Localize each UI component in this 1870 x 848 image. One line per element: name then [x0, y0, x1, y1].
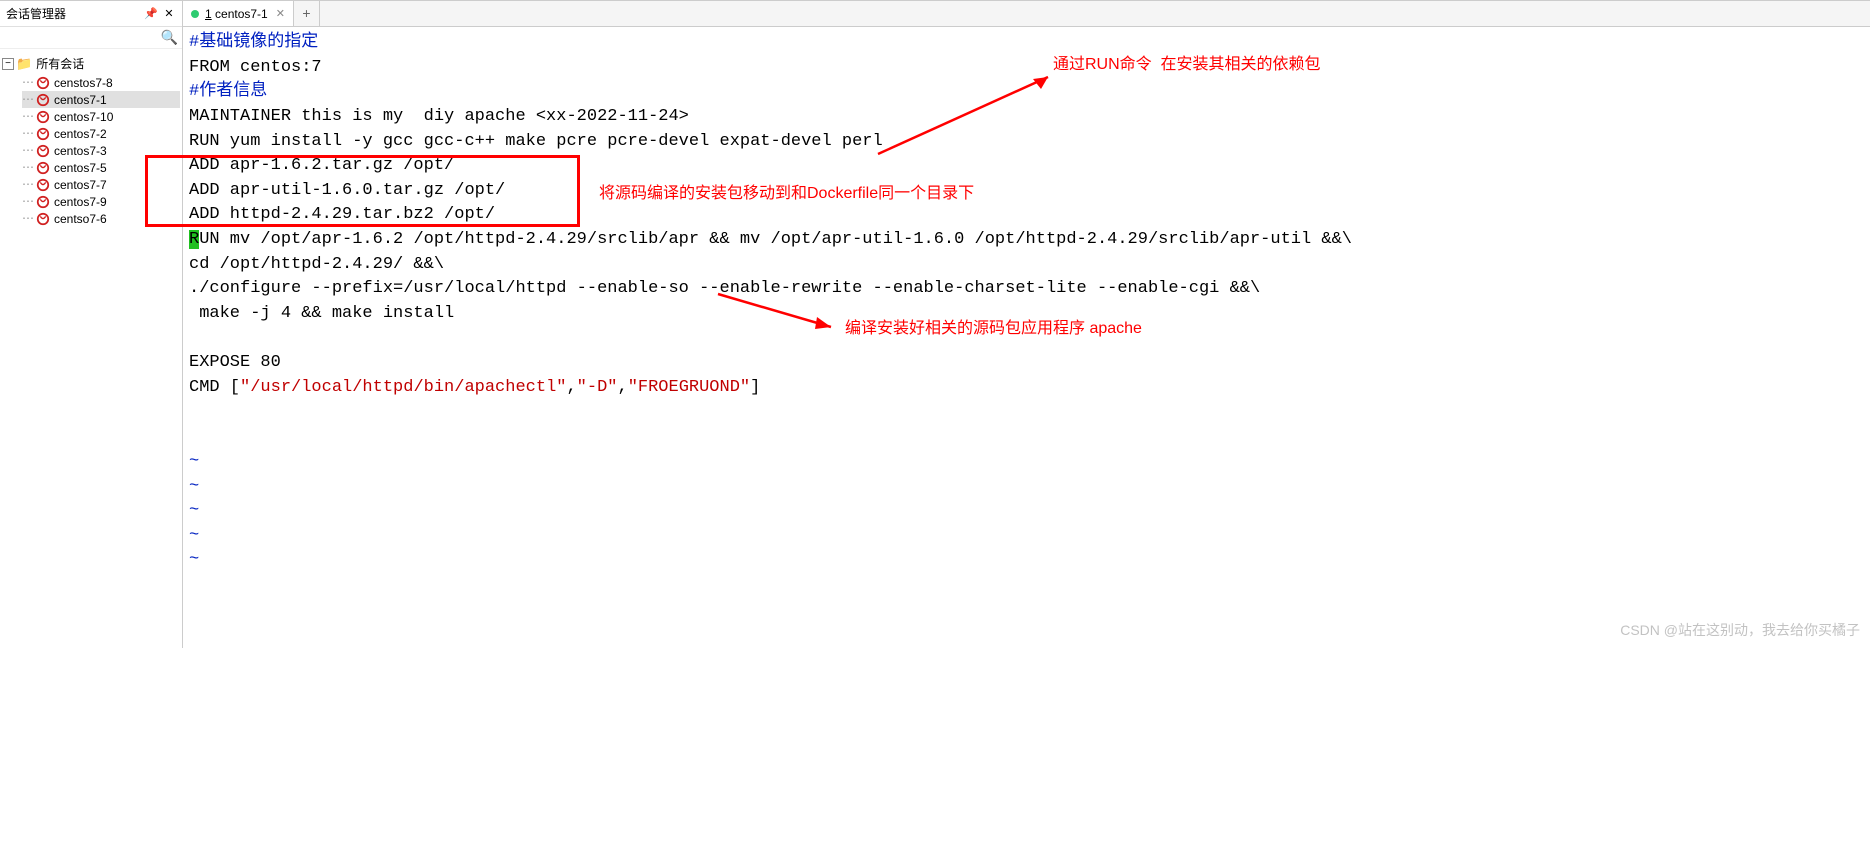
session-icon — [36, 127, 50, 141]
code-line: EXPOSE 80 — [189, 353, 281, 372]
code-line: ADD apr-util-1.6.0.tar.gz /opt/ — [189, 181, 505, 200]
session-label: centos7-1 — [54, 93, 107, 107]
session-manager-sidebar: 会话管理器 📌 ✕ 🔍 − 📁 所有会话 ⋯censtos7-8⋯centos7… — [0, 1, 183, 648]
code-line: cd /opt/httpd-2.4.29/ &&\ — [189, 255, 444, 274]
vim-tilde: ~ — [189, 452, 199, 471]
session-item[interactable]: ⋯centos7-5 — [22, 159, 180, 176]
vim-tilde: ~ — [189, 477, 199, 496]
vim-tilde: ~ — [189, 550, 199, 569]
session-icon — [36, 195, 50, 209]
annotation-1: 通过RUN命令 在安装其相关的依赖包 — [1053, 53, 1321, 76]
pin-icon[interactable]: 📌 — [144, 7, 158, 20]
code-line: #基础镜像的指定 — [189, 33, 318, 52]
sidebar-header: 会话管理器 📌 ✕ — [0, 1, 182, 27]
session-item[interactable]: ⋯centos7-3 — [22, 142, 180, 159]
code-line: CMD ["/usr/local/httpd/bin/apachectl","-… — [189, 378, 760, 397]
session-label: centos7-5 — [54, 161, 107, 175]
code-line: RUN yum install -y gcc gcc-c++ make pcre… — [189, 132, 883, 151]
session-icon — [36, 93, 50, 107]
tree-root-label: 所有会话 — [36, 55, 84, 72]
code-line: #作者信息 — [189, 82, 267, 101]
sidebar-title: 会话管理器 — [6, 5, 144, 22]
code-line: RUN mv /opt/apr-1.6.2 /opt/httpd-2.4.29/… — [189, 230, 1352, 249]
tab-centos7-1[interactable]: 1 centos7-1 ✕ — [183, 1, 294, 26]
session-item[interactable]: ⋯centso7-6 — [22, 210, 180, 227]
connection-status-icon — [191, 10, 199, 18]
folder-icon: 📁 — [16, 56, 32, 72]
session-tree: − 📁 所有会话 ⋯censtos7-8⋯centos7-1⋯centos7-1… — [0, 49, 182, 231]
tree-collapse-icon[interactable]: − — [2, 58, 14, 70]
session-label: censtos7-8 — [54, 76, 113, 90]
terminal-editor[interactable]: #基础镜像的指定 FROM centos:7 #作者信息 MAINTAINER … — [183, 27, 1870, 848]
session-label: centos7-7 — [54, 178, 107, 192]
code-line: make -j 4 && make install — [189, 304, 454, 323]
tab-label: 1 centos7-1 — [205, 7, 268, 21]
session-label: centso7-6 — [54, 212, 107, 226]
session-item[interactable]: ⋯censtos7-8 — [22, 74, 180, 91]
session-icon — [36, 76, 50, 90]
annotation-3: 编译安装好相关的源码包应用程序 apache — [845, 317, 1142, 340]
code-line: ADD httpd-2.4.29.tar.bz2 /opt/ — [189, 205, 495, 224]
vim-tilde: ~ — [189, 526, 199, 545]
session-label: centos7-9 — [54, 195, 107, 209]
session-item[interactable]: ⋯centos7-9 — [22, 193, 180, 210]
vim-tilde: ~ — [189, 501, 199, 520]
session-icon — [36, 110, 50, 124]
tree-root[interactable]: − 📁 所有会话 — [2, 53, 180, 74]
session-icon — [36, 178, 50, 192]
tab-bar: 1 centos7-1 ✕ + — [183, 1, 1870, 27]
code-line: FROM centos:7 — [189, 58, 322, 77]
session-icon — [36, 144, 50, 158]
session-icon — [36, 161, 50, 175]
search-icon[interactable]: 🔍 — [161, 29, 178, 45]
tab-close-icon[interactable]: ✕ — [276, 7, 285, 20]
main-area: 1 centos7-1 ✕ + #基础镜像的指定 FROM centos:7 #… — [183, 1, 1870, 648]
close-icon[interactable]: ✕ — [162, 7, 176, 20]
annotation-arrow-1 — [873, 69, 1063, 159]
tree-children: ⋯censtos7-8⋯centos7-1⋯centos7-10⋯centos7… — [2, 74, 180, 227]
session-icon — [36, 212, 50, 226]
search-row: 🔍 — [0, 27, 182, 49]
session-item[interactable]: ⋯centos7-7 — [22, 176, 180, 193]
session-label: centos7-3 — [54, 144, 107, 158]
tab-add-button[interactable]: + — [294, 1, 320, 26]
session-item[interactable]: ⋯centos7-2 — [22, 125, 180, 142]
code-line: ./configure --prefix=/usr/local/httpd --… — [189, 279, 1260, 298]
session-label: centos7-2 — [54, 127, 107, 141]
session-item[interactable]: ⋯centos7-10 — [22, 108, 180, 125]
session-item[interactable]: ⋯centos7-1 — [22, 91, 180, 108]
session-label: centos7-10 — [54, 110, 113, 124]
code-line: ADD apr-1.6.2.tar.gz /opt/ — [189, 156, 454, 175]
code-line: MAINTAINER this is my diy apache <xx-202… — [189, 107, 689, 126]
annotation-2: 将源码编译的安装包移动到和Dockerfile同一个目录下 — [599, 182, 974, 205]
